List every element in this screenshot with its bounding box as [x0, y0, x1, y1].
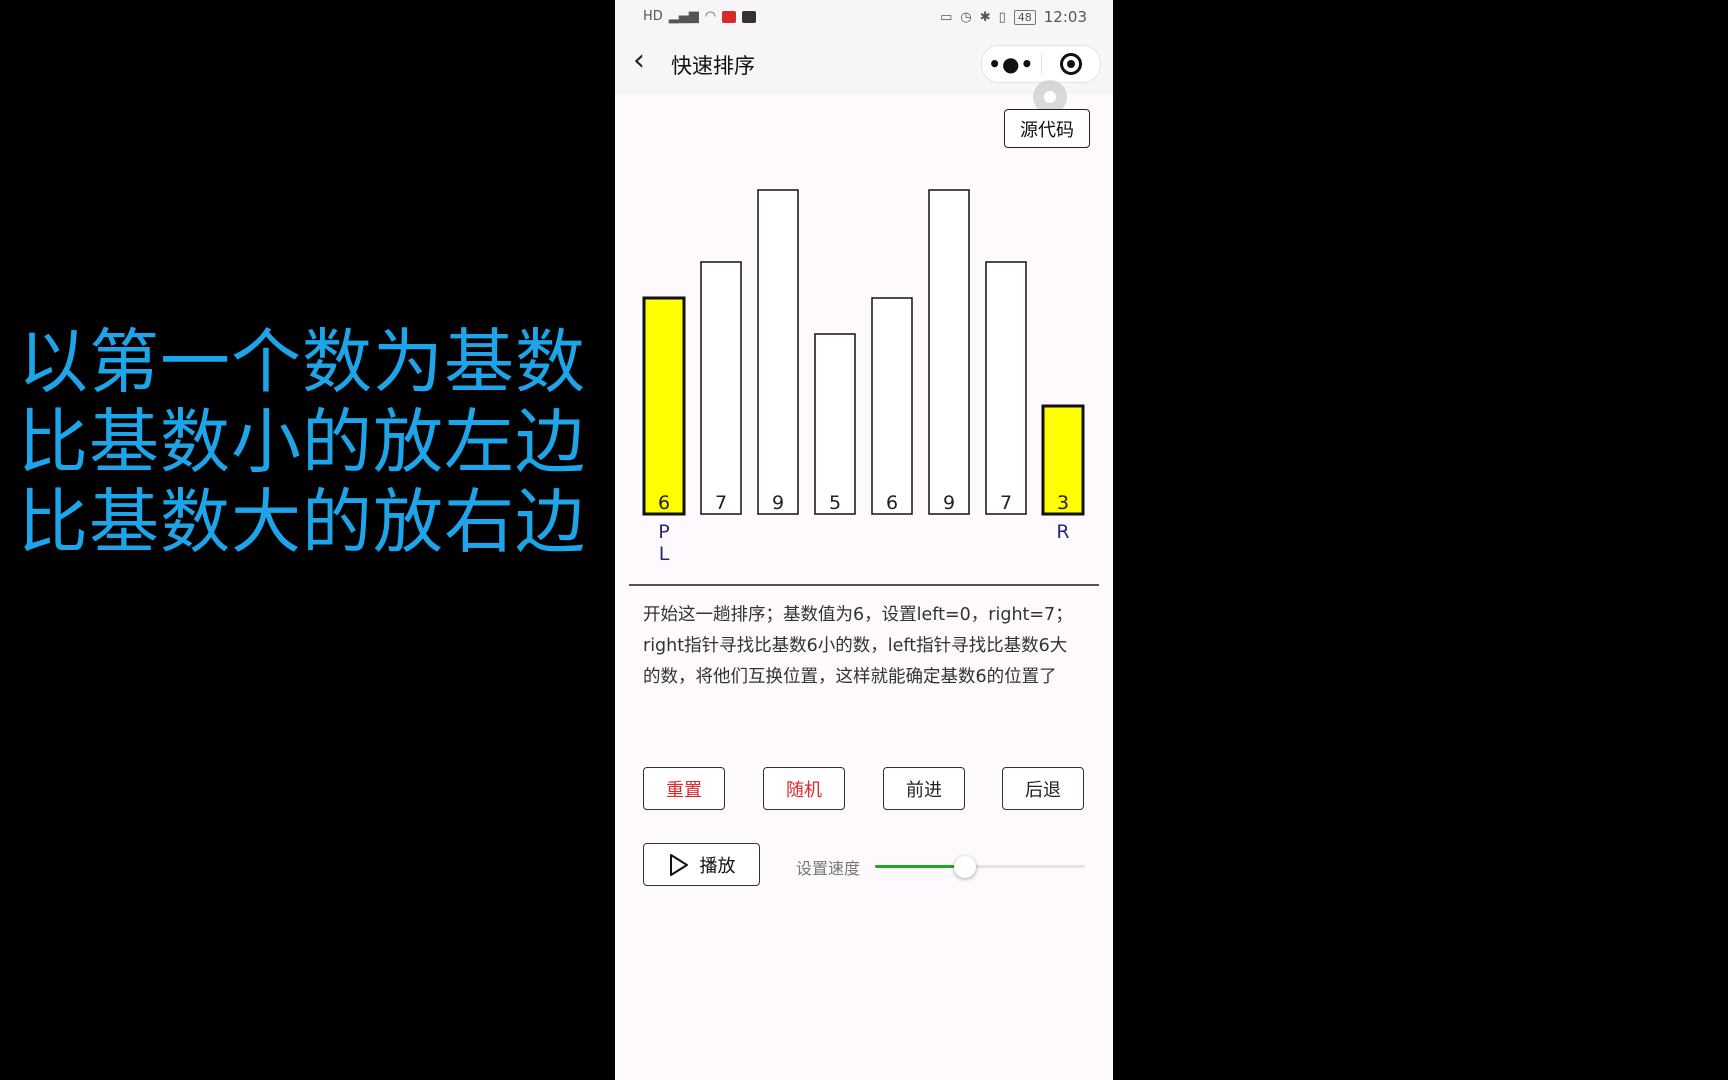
- status-right: ▭ ◷ ✱ ▯ 48 12:03: [940, 8, 1087, 26]
- more-button[interactable]: •●•: [982, 46, 1041, 82]
- vibrate-icon: ▯: [998, 9, 1006, 25]
- caption-overlay: 以第一个数为基数 比基数小的放左边 比基数大的放右边: [18, 321, 586, 563]
- play-label: 播放: [699, 855, 736, 877]
- bar-5: [928, 189, 970, 515]
- forward-button[interactable]: 前进: [883, 767, 965, 810]
- battery-icon: 48: [1013, 9, 1036, 25]
- slider-thumb[interactable]: [954, 856, 977, 878]
- caption-line-1: 以第一个数为基数: [18, 321, 586, 403]
- bar-1: [700, 261, 742, 515]
- pointer-label-L: L: [659, 543, 670, 565]
- bar-value-label-6: 7: [1000, 492, 1012, 514]
- bar-chart: 6 7 9 5 6 9 7 3 PL R: [642, 189, 1085, 565]
- play-icon: [669, 853, 688, 876]
- random-button[interactable]: 随机: [763, 767, 845, 810]
- more-dots-icon: •●•: [988, 52, 1035, 76]
- slider-fill: [875, 865, 966, 868]
- target-circle-icon: [1059, 53, 1082, 75]
- bar-value-label-3: 5: [829, 492, 841, 514]
- reset-button[interactable]: 重置: [643, 767, 725, 810]
- cast-icon: ▭: [940, 9, 953, 25]
- chevron-left-icon[interactable]: ‹: [633, 46, 645, 76]
- signal-icon: ▂▄▆: [668, 9, 699, 24]
- step-description: 开始这一趟排序；基数值为6，设置left=0，right=7；right指针寻找…: [643, 605, 1073, 687]
- bar-value-label-4: 6: [886, 492, 898, 514]
- pointer-label-R: R: [1056, 521, 1069, 543]
- bar-4: [871, 297, 913, 515]
- status-time: 12:03: [1043, 8, 1087, 26]
- bar-value-label-2: 9: [772, 492, 784, 514]
- backward-button[interactable]: 后退: [1002, 767, 1084, 810]
- caption-line-3: 比基数大的放右边: [18, 481, 586, 563]
- status-left: HD ▂▄▆ ◠: [643, 9, 757, 24]
- wifi-icon: ◠: [704, 9, 717, 24]
- play-button[interactable]: 播放: [643, 843, 760, 886]
- bar-3: [814, 333, 856, 515]
- app-icon: [742, 10, 757, 23]
- phone-screen: HD ▂▄▆ ◠ ▭ ◷ ✱ ▯ 48 12:03 ‹ 快速排序 •●• 源代码…: [615, 0, 1113, 1080]
- close-button[interactable]: [1042, 46, 1101, 82]
- speed-label: 设置速度: [796, 859, 861, 878]
- status-bar: HD ▂▄▆ ◠ ▭ ◷ ✱ ▯ 48 12:03: [615, 0, 1113, 36]
- hd-icon: HD: [643, 9, 663, 24]
- bar-value-label-7: 3: [1057, 492, 1069, 514]
- mic-app-icon: [722, 10, 737, 23]
- bar-0: [642, 296, 686, 516]
- bar-2: [757, 189, 799, 515]
- bar-6: [985, 261, 1027, 515]
- bar-value-label-0: 6: [658, 492, 670, 514]
- bar-value-label-5: 9: [943, 492, 955, 514]
- pointer-label-P: P: [658, 521, 669, 543]
- source-code-button[interactable]: 源代码: [1004, 109, 1090, 148]
- mini-program-capsule: •●•: [981, 45, 1101, 83]
- page-title: 快速排序: [671, 54, 755, 78]
- divider: [629, 584, 1099, 586]
- speed-slider[interactable]: [875, 856, 1085, 878]
- caption-line-2: 比基数小的放左边: [18, 401, 586, 483]
- alarm-icon: ◷: [960, 9, 972, 25]
- bluetooth-icon: ✱: [979, 9, 991, 25]
- bar-value-label-1: 7: [715, 492, 727, 514]
